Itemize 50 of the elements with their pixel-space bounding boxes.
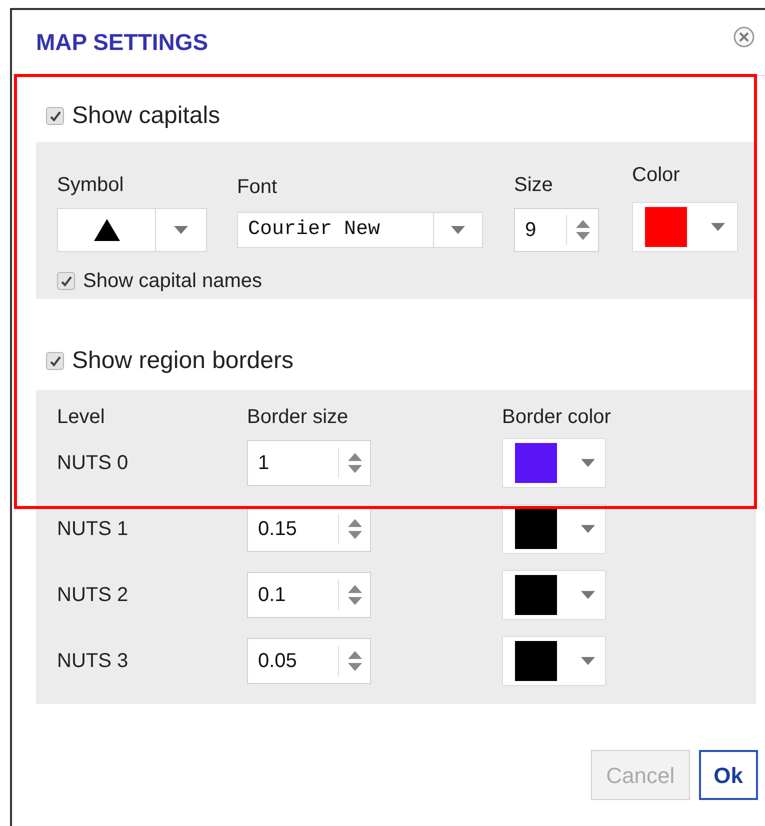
column-header: Border color: [502, 405, 612, 430]
number-field[interactable]: 1: [247, 440, 371, 486]
caret-icon: [451, 226, 465, 234]
checkbox-label: Show capitals: [72, 101, 220, 131]
number-field[interactable]: 9: [514, 208, 599, 252]
checkbox[interactable]: [46, 352, 64, 370]
column-label: Color: [632, 163, 681, 188]
down-arrow-icon[interactable]: [576, 232, 590, 240]
level-label: NUTS 0: [57, 451, 130, 476]
caret-icon: [581, 525, 595, 533]
level-label: NUTS 3: [57, 649, 130, 674]
dialog-title: MAP SETTINGS: [36, 28, 208, 58]
column-label: Symbol: [57, 173, 125, 198]
color-dropdown[interactable]: [632, 202, 738, 252]
down-arrow-icon[interactable]: [348, 464, 362, 473]
close-icon[interactable]: [733, 26, 755, 48]
color-dropdown[interactable]: [502, 438, 606, 488]
up-arrow-icon[interactable]: [348, 452, 362, 461]
color-dropdown[interactable]: [502, 570, 606, 620]
caret-icon: [581, 591, 595, 599]
checkbox-label: Show capital names: [83, 269, 262, 294]
down-arrow-icon[interactable]: [348, 530, 362, 539]
checkbox-label: Show region borders: [72, 346, 294, 376]
up-arrow-icon[interactable]: [348, 650, 362, 659]
down-arrow-icon[interactable]: [348, 662, 362, 671]
symbol-dropdown[interactable]: [57, 208, 207, 252]
level-label: NUTS 1: [57, 517, 130, 542]
column-label: Size: [514, 173, 554, 198]
column-header: Level: [57, 405, 106, 430]
number-field[interactable]: 0.15: [247, 506, 371, 552]
up-arrow-icon[interactable]: [348, 518, 362, 527]
color-dropdown[interactable]: [502, 504, 606, 554]
caret-icon: [711, 223, 725, 231]
checkbox[interactable]: [57, 272, 75, 290]
dialog-button[interactable]: Ok: [698, 750, 758, 800]
font-dropdown[interactable]: Courier New: [237, 212, 483, 248]
caret-icon: [581, 657, 595, 665]
up-arrow-icon[interactable]: [348, 584, 362, 593]
down-arrow-icon[interactable]: [348, 596, 362, 605]
caret-icon: [581, 459, 595, 467]
up-arrow-icon[interactable]: [576, 220, 590, 228]
column-label: Font: [237, 175, 278, 200]
checkbox[interactable]: [46, 107, 64, 125]
number-field[interactable]: 0.05: [247, 638, 371, 684]
number-field[interactable]: 0.1: [247, 572, 371, 618]
column-header: Border size: [247, 405, 350, 430]
color-dropdown[interactable]: [502, 636, 606, 686]
level-label: NUTS 2: [57, 583, 130, 608]
caret-icon: [174, 226, 188, 234]
triangle-icon: [94, 219, 120, 241]
